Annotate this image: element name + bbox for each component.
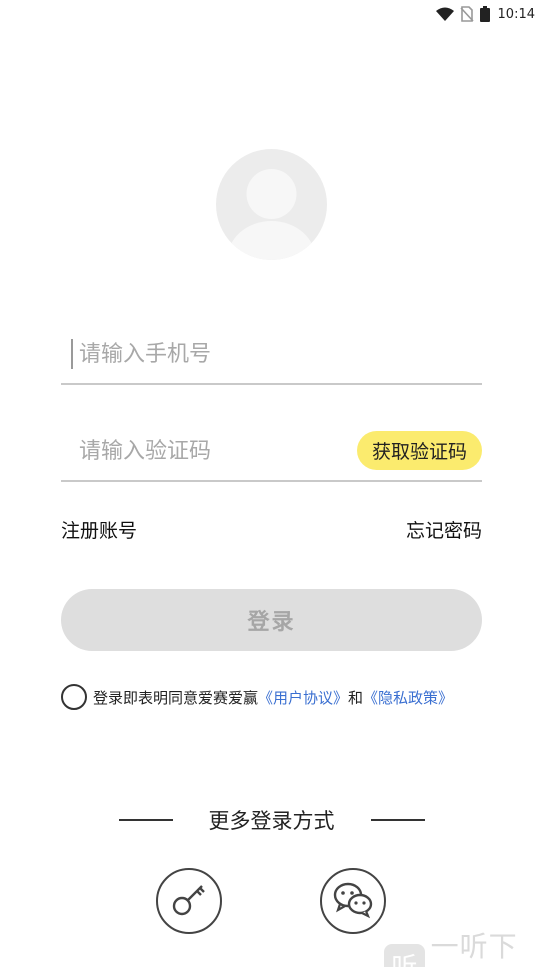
divider-left: [118, 819, 173, 821]
phone-field: [61, 325, 482, 385]
forgot-password-link[interactable]: 忘记密码: [406, 516, 482, 543]
verification-code-input[interactable]: [61, 431, 321, 471]
wechat-icon: [331, 879, 375, 923]
wifi-icon: [435, 7, 454, 21]
divider-right: [370, 819, 425, 821]
phone-input[interactable]: [61, 334, 321, 374]
status-bar: 10:14: [0, 0, 543, 28]
privacy-policy-link[interactable]: 《隐私政策》: [363, 687, 453, 708]
user-agreement-link[interactable]: 《用户协议》: [258, 687, 348, 708]
login-button[interactable]: 登录: [61, 589, 482, 651]
text-cursor: [71, 339, 73, 369]
agreement-row: 登录即表明同意爱赛爱赢 《用户协议》 和 《隐私政策》: [61, 684, 453, 710]
user-avatar-icon[interactable]: [216, 149, 327, 260]
status-time: 10:14: [497, 6, 535, 22]
get-code-button[interactable]: 获取验证码: [356, 431, 482, 470]
key-icon: [169, 879, 209, 923]
code-field: 获取验证码: [61, 422, 482, 482]
more-login-header: 更多登录方式: [0, 803, 543, 837]
register-link[interactable]: 注册账号: [61, 516, 137, 543]
agreement-checkbox[interactable]: [61, 684, 87, 710]
wechat-login-button[interactable]: [320, 868, 386, 934]
key-login-button[interactable]: [156, 868, 222, 934]
watermark: 听 一听下载: [384, 925, 543, 967]
account-links: 注册账号 忘记密码: [61, 516, 482, 543]
battery-icon: [479, 6, 490, 22]
more-login-title: 更多登录方式: [208, 809, 335, 833]
login-screen: 10:14 获取验证码 注册账号 忘记密码 登录 登录即表明同意爱赛爱赢 《用户…: [0, 0, 543, 967]
watermark-text: 一听下载: [430, 930, 518, 963]
watermark-logo: 听: [384, 944, 425, 967]
no-sim-icon: [459, 6, 474, 22]
agreement-and-text: 和: [348, 688, 364, 707]
agreement-text: 登录即表明同意爱赛爱赢: [93, 688, 259, 707]
